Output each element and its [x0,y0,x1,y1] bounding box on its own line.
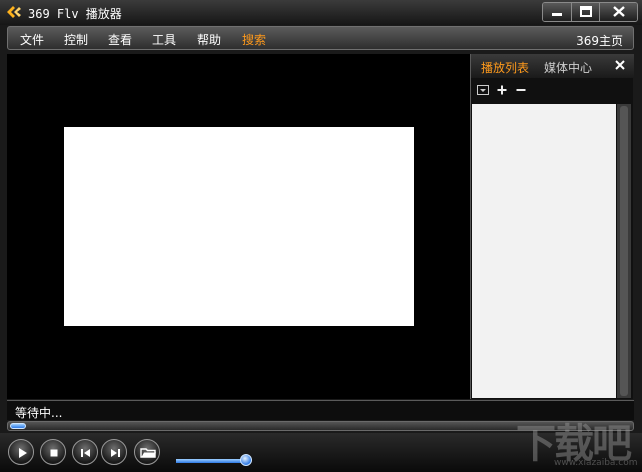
maximize-icon [580,6,592,17]
playlist-dropdown-icon[interactable] [476,83,490,97]
menu-file[interactable]: 文件 [20,31,44,48]
tab-media-center[interactable]: 媒体中心 [544,59,592,76]
remove-icon[interactable] [514,83,528,97]
stop-button[interactable] [40,439,66,465]
folder-open-icon [140,448,156,458]
playlist-list[interactable] [472,104,616,398]
seek-bar[interactable] [7,421,634,431]
playlist-panel: 播放列表 媒体中心 [470,54,634,399]
playlist-scrollbar[interactable] [617,104,631,398]
play-button[interactable] [8,439,34,465]
menu-search[interactable]: 搜索 [242,31,266,48]
open-file-button[interactable] [134,439,160,465]
play-icon [19,448,27,458]
scrollbar-track [620,106,628,396]
minimize-icon [552,13,562,16]
status-bar: 等待中... [7,400,634,420]
playlist-toolbar [471,81,634,101]
next-icon [111,449,120,457]
previous-icon [81,449,90,457]
volume-handle[interactable] [239,454,252,466]
window-controls [542,2,638,22]
close-panel-icon[interactable] [613,58,627,72]
control-bar [0,433,642,472]
window-title: 369 Flv 播放器 [28,7,122,21]
maximize-button[interactable] [571,3,599,21]
playlist-tabs: 播放列表 媒体中心 [471,54,634,78]
tab-playlist[interactable]: 播放列表 [481,59,529,76]
previous-button[interactable] [72,439,98,465]
status-text: 等待中... [15,406,63,420]
menu-tools[interactable]: 工具 [152,31,176,48]
player-window: 369 Flv 播放器 文件 控制 查看 工具 帮助 搜索 369主页 播放列表… [0,0,642,472]
video-frame [64,127,414,326]
next-button[interactable] [101,439,127,465]
menu-control[interactable]: 控制 [64,31,88,48]
seek-handle[interactable] [10,423,26,429]
stop-icon [50,449,58,457]
video-area[interactable] [7,54,470,399]
volume-slider[interactable] [176,454,252,466]
minimize-button[interactable] [543,3,571,21]
close-button[interactable] [599,3,637,21]
home-link[interactable]: 369主页 [576,32,623,49]
add-icon[interactable] [495,83,509,97]
menu-help[interactable]: 帮助 [197,31,221,48]
close-icon [613,6,625,17]
menu-view[interactable]: 查看 [108,31,132,48]
menu-bar: 文件 控制 查看 工具 帮助 搜索 369主页 [7,26,634,50]
volume-fill [176,459,246,463]
title-bar[interactable]: 369 Flv 播放器 [0,0,642,25]
app-logo-icon [7,6,21,18]
